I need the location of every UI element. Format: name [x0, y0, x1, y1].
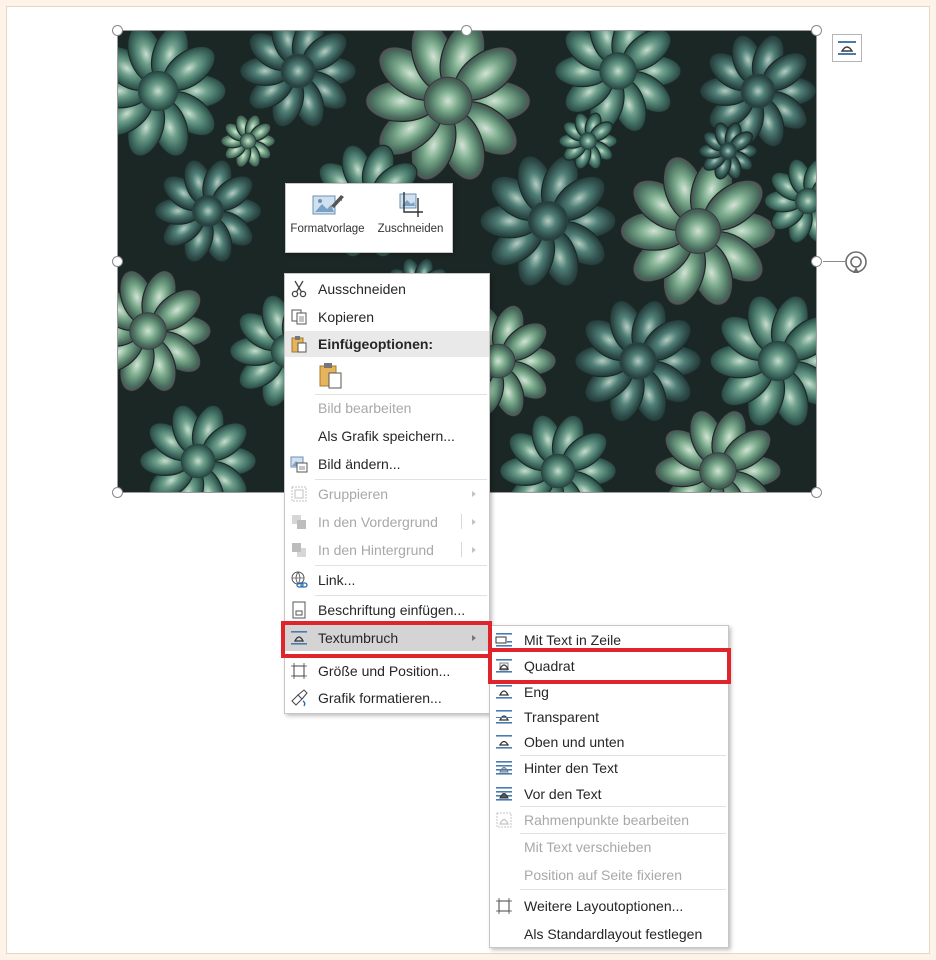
submenu-item-tight[interactable]: Eng — [490, 679, 728, 705]
inline-wrap-icon — [495, 633, 512, 647]
paste-picture-icon — [319, 363, 342, 389]
submenu-item-fix-position[interactable]: Position auf Seite fixieren — [490, 862, 728, 888]
edit-wrap-points-icon — [496, 812, 512, 828]
wrap-text-icon — [291, 631, 307, 645]
menu-item-send-backward[interactable]: In den Hintergrund — [285, 537, 489, 563]
submenu-item-top-bottom[interactable]: Oben und unten — [490, 729, 728, 755]
submenu-item-set-default-layout[interactable]: Als Standardlayout festlegen — [490, 921, 728, 947]
succulent-center — [757, 340, 799, 382]
in-front-text-icon — [496, 787, 512, 801]
separator — [315, 595, 487, 596]
menu-item-change-picture[interactable]: Bild ändern... — [285, 451, 489, 477]
scissors-icon — [291, 280, 307, 298]
succulent-center — [740, 73, 776, 109]
square-wrap-icon — [496, 659, 512, 673]
layout-options-icon — [838, 41, 856, 55]
succulent-center — [180, 443, 216, 479]
succulent-center — [280, 53, 316, 89]
succulent-center — [599, 52, 637, 90]
rotate-icon[interactable] — [843, 249, 869, 275]
style-button[interactable]: Formatvorlage — [286, 184, 369, 252]
menu-item-copy[interactable]: Kopieren — [285, 304, 489, 330]
succulent-center — [129, 312, 167, 350]
resize-handle-right[interactable] — [811, 256, 822, 267]
menu-item-save-as-picture[interactable]: Als Grafik speichern... — [285, 423, 489, 449]
submenu-item-in-front-text[interactable]: Vor den Text — [490, 781, 728, 807]
group-icon — [291, 486, 307, 502]
submenu-item-square[interactable]: Quadrat — [490, 653, 728, 679]
size-position-icon — [291, 663, 307, 679]
menu-item-edit-picture[interactable]: Bild bearbeiten — [285, 395, 489, 421]
submenu-item-more-layout-options[interactable]: Weitere Layoutoptionen... — [490, 893, 728, 919]
resize-handle-bottom-left[interactable] — [112, 487, 123, 498]
submenu-item-move-with-text[interactable]: Mit Text verschieben — [490, 834, 728, 860]
resize-handle-top[interactable] — [461, 25, 472, 36]
menu-item-insert-caption[interactable]: Beschriftung einfügen... — [285, 597, 489, 623]
style-icon — [312, 195, 344, 215]
behind-text-icon — [496, 761, 512, 775]
menu-item-link[interactable]: Link... — [285, 567, 489, 593]
resize-handle-left[interactable] — [112, 256, 123, 267]
succulent-center — [619, 342, 657, 380]
succulent-center — [579, 132, 597, 150]
menu-item-group[interactable]: Gruppieren — [285, 481, 489, 507]
succulent-center — [699, 452, 737, 490]
format-picture-icon — [291, 689, 308, 707]
resize-handle-top-right[interactable] — [811, 25, 822, 36]
mini-toolbar: Formatvorlage Zuschneiden — [285, 183, 453, 253]
submenu-item-edit-wrap-points[interactable]: Rahmenpunkte bearbeiten — [490, 807, 728, 833]
change-picture-icon — [290, 456, 308, 473]
menu-item-bring-forward[interactable]: In den Vordergrund — [285, 509, 489, 535]
submenu-item-behind-text[interactable]: Hinter den Text — [490, 755, 728, 781]
succulent-center — [239, 132, 257, 150]
caption-icon — [292, 601, 306, 619]
succulent-center — [675, 208, 721, 254]
layout-options-button[interactable] — [832, 34, 862, 62]
tight-wrap-icon — [496, 685, 512, 699]
split-divider — [461, 514, 462, 529]
separator — [315, 479, 487, 480]
copy-icon — [291, 309, 307, 325]
wrap-text-submenu: Mit Text in Zeile Quadrat Eng Transparen… — [489, 625, 729, 948]
link-icon — [291, 571, 308, 588]
succulent-center — [719, 142, 737, 160]
send-backward-icon — [292, 543, 306, 557]
succulent-center — [192, 195, 224, 227]
submenu-arrow-icon — [472, 519, 476, 525]
submenu-item-inline[interactable]: Mit Text in Zeile — [490, 627, 728, 653]
through-wrap-icon — [496, 710, 512, 724]
context-menu: Ausschneiden Kopieren Einfügeoptionen: B… — [284, 273, 490, 714]
succulent-center — [527, 200, 569, 242]
submenu-arrow-icon — [472, 491, 476, 497]
paste-keep-format-button[interactable] — [285, 358, 489, 394]
paste-icon — [291, 336, 307, 353]
style-label: Formatvorlage — [290, 223, 365, 235]
layout-options-icon — [496, 898, 512, 914]
submenu-arrow-icon — [472, 547, 476, 553]
succulent-center — [423, 76, 473, 126]
separator — [315, 565, 487, 566]
menu-item-format-picture[interactable]: Grafik formatieren... — [285, 685, 489, 711]
rotation-connector — [823, 261, 845, 262]
crop-icon — [399, 192, 423, 217]
menu-item-size-position[interactable]: Größe und Position... — [285, 658, 489, 684]
succulent-center — [540, 453, 576, 489]
top-bottom-wrap-icon — [496, 735, 512, 749]
bring-forward-icon — [292, 515, 306, 529]
resize-handle-top-left[interactable] — [112, 25, 123, 36]
separator — [520, 889, 726, 890]
menu-item-cut[interactable]: Ausschneiden — [285, 276, 489, 302]
submenu-item-through[interactable]: Transparent — [490, 704, 728, 730]
menu-item-paste-options: Einfügeoptionen: — [285, 331, 489, 357]
split-divider — [461, 542, 462, 557]
submenu-arrow-icon — [472, 635, 476, 641]
resize-handle-bottom-right[interactable] — [811, 487, 822, 498]
succulent-center — [137, 70, 179, 112]
crop-button[interactable]: Zuschneiden — [369, 184, 452, 252]
menu-item-wrap-text[interactable]: Textumbruch — [285, 625, 489, 651]
crop-label: Zuschneiden — [377, 223, 444, 235]
succulent-center — [794, 187, 816, 215]
